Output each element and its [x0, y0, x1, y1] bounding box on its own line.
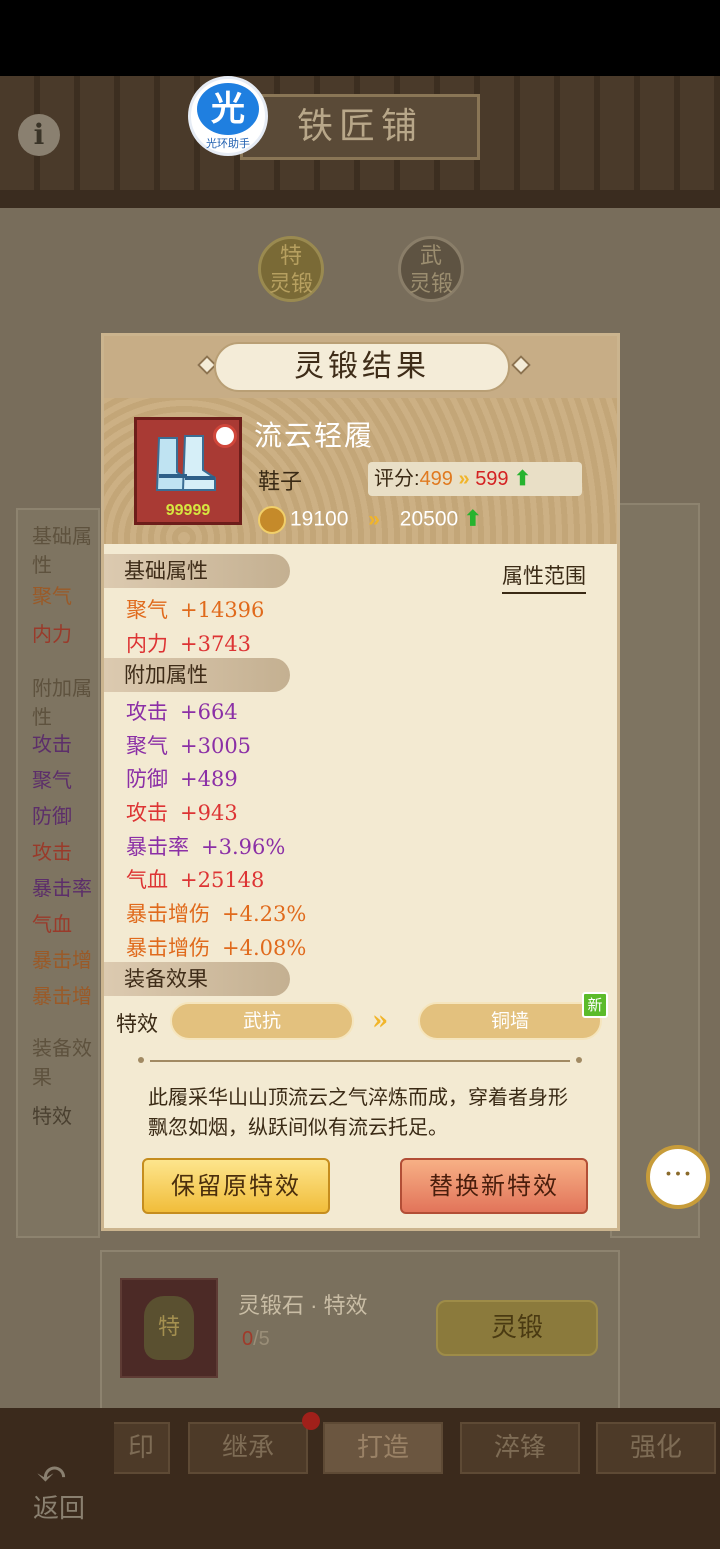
- score-compare: 评分:499 » 599 ⬆: [368, 462, 582, 496]
- background-attr-panel: 基础属性 聚气 内力 附加属性 攻击 聚气 防御 攻击 暴击率 气血 暴击增 暴…: [16, 508, 100, 1238]
- dialog-title: 灵锻结果: [214, 342, 510, 392]
- section-base-attrs: 基础属性: [104, 554, 290, 588]
- item-description: 此履采华山山顶流云之气淬炼而成，穿着者身形飘忽如烟，纵跃间似有流云托足。: [148, 1085, 568, 1139]
- double-arrow-icon: »: [458, 468, 470, 490]
- chat-bubble-icon[interactable]: ···: [646, 1145, 710, 1209]
- forge-stone-count: 0/5: [242, 1328, 270, 1350]
- dialog-body: 基础属性 属性范围 聚气 +14396 内力 +3743 附加属性 攻击 +664 聚…: [104, 546, 617, 1226]
- extra-attr-row: 攻击 +943: [126, 801, 238, 825]
- extra-attr-row: 暴击增伤 +4.23%: [126, 902, 307, 926]
- arrow-up-icon: ⬆: [514, 468, 531, 490]
- base-attr-row: 聚气 +14396: [126, 598, 265, 622]
- back-arrow-icon: ↶: [36, 1452, 68, 1496]
- effect-new-pill: 铜墙: [418, 1002, 602, 1040]
- double-arrow-icon: »: [372, 1006, 389, 1036]
- arrow-up-icon: ⬆: [464, 507, 482, 531]
- forge-stone-label: 灵锻石 · 特效: [238, 1293, 368, 1318]
- back-button[interactable]: ↶ 返回: [20, 1448, 98, 1534]
- extra-attr-row: 聚气 +3005: [126, 734, 252, 758]
- extra-attr-row: 防御 +489: [126, 767, 238, 791]
- forge-tab-martial[interactable]: 武 灵锻: [398, 236, 464, 302]
- score-new: 599: [475, 468, 509, 490]
- item-name: 流云轻履: [254, 419, 375, 452]
- forge-stone-icon: 特: [144, 1296, 194, 1360]
- extra-attr-row: 气血 +25148: [126, 868, 265, 892]
- helper-logo-caption: 光环助手: [206, 137, 250, 150]
- section-equip-effect: 装备效果: [104, 962, 290, 996]
- notification-dot: [302, 1412, 320, 1430]
- item-icon-boots[interactable]: 99999: [134, 417, 242, 525]
- base-attr-row: 内力 +3743: [126, 632, 252, 656]
- helper-logo-glyph: 光: [197, 83, 259, 135]
- bottom-tab-bar: 印 继承 打造 淬锋 强化 ↶ 返回: [0, 1408, 720, 1549]
- section-extra-attrs: 附加属性: [104, 658, 290, 692]
- power-old: 19100: [290, 507, 349, 531]
- power-new: 20500: [399, 507, 459, 531]
- title-ornament-right: [511, 355, 531, 375]
- tab-temper[interactable]: 淬锋: [460, 1422, 580, 1474]
- effect-old-pill: 武抗: [170, 1002, 354, 1040]
- score-old: 499: [419, 468, 453, 490]
- helper-logo[interactable]: 光 光环助手: [188, 76, 268, 156]
- background-right-panel: [610, 503, 700, 1238]
- page-title: 铁匠铺: [240, 94, 480, 160]
- dialog-header: 灵锻结果: [104, 336, 617, 398]
- tab-craft[interactable]: 打造: [323, 1422, 443, 1474]
- tab-enhance[interactable]: 强化: [596, 1422, 716, 1474]
- double-arrow-icon: »: [368, 507, 380, 531]
- extra-attr-row: 暴击率 +3.96%: [126, 835, 286, 859]
- divider: [138, 1057, 582, 1063]
- effect-label: 特效: [116, 1012, 158, 1036]
- forge-stone-slot[interactable]: 特: [120, 1278, 218, 1378]
- status-bar: [0, 0, 720, 76]
- craft-panel: 特 灵锻石 · 特效 0/5 灵锻: [100, 1250, 620, 1410]
- effect-compare: 特效 武抗 » 铜墙 新: [116, 992, 616, 1042]
- extra-attr-row: 暴击增伤 +4.08%: [126, 936, 307, 960]
- item-quantity: 99999: [165, 502, 211, 519]
- item-type: 鞋子: [258, 470, 303, 495]
- forge-tab-special[interactable]: 特 灵锻: [258, 236, 324, 302]
- forge-button[interactable]: 灵锻: [436, 1300, 598, 1356]
- attr-range-link[interactable]: 属性范围: [502, 560, 586, 594]
- keep-effect-button[interactable]: 保留原特效: [142, 1158, 330, 1214]
- forge-result-dialog: 灵锻结果 99999 流云轻履 鞋子 评分:499 » 599 ⬆ 19100 …: [101, 333, 620, 1231]
- replace-effect-button[interactable]: 替换新特效: [400, 1158, 588, 1214]
- power-compare: 19100 » 20500 ⬆: [258, 506, 482, 534]
- extra-attr-row: 攻击 +664: [126, 700, 238, 724]
- tab-inherit[interactable]: 继承: [188, 1422, 308, 1474]
- info-icon[interactable]: i: [18, 114, 60, 156]
- item-summary: 99999 流云轻履 鞋子 评分:499 » 599 ⬆ 19100 » 205…: [104, 398, 617, 544]
- new-badge: 新: [582, 992, 608, 1018]
- power-icon: [258, 506, 286, 534]
- tab-seal[interactable]: 印: [114, 1422, 170, 1474]
- boots-icon: [155, 435, 216, 491]
- rarity-badge-icon: [213, 424, 237, 448]
